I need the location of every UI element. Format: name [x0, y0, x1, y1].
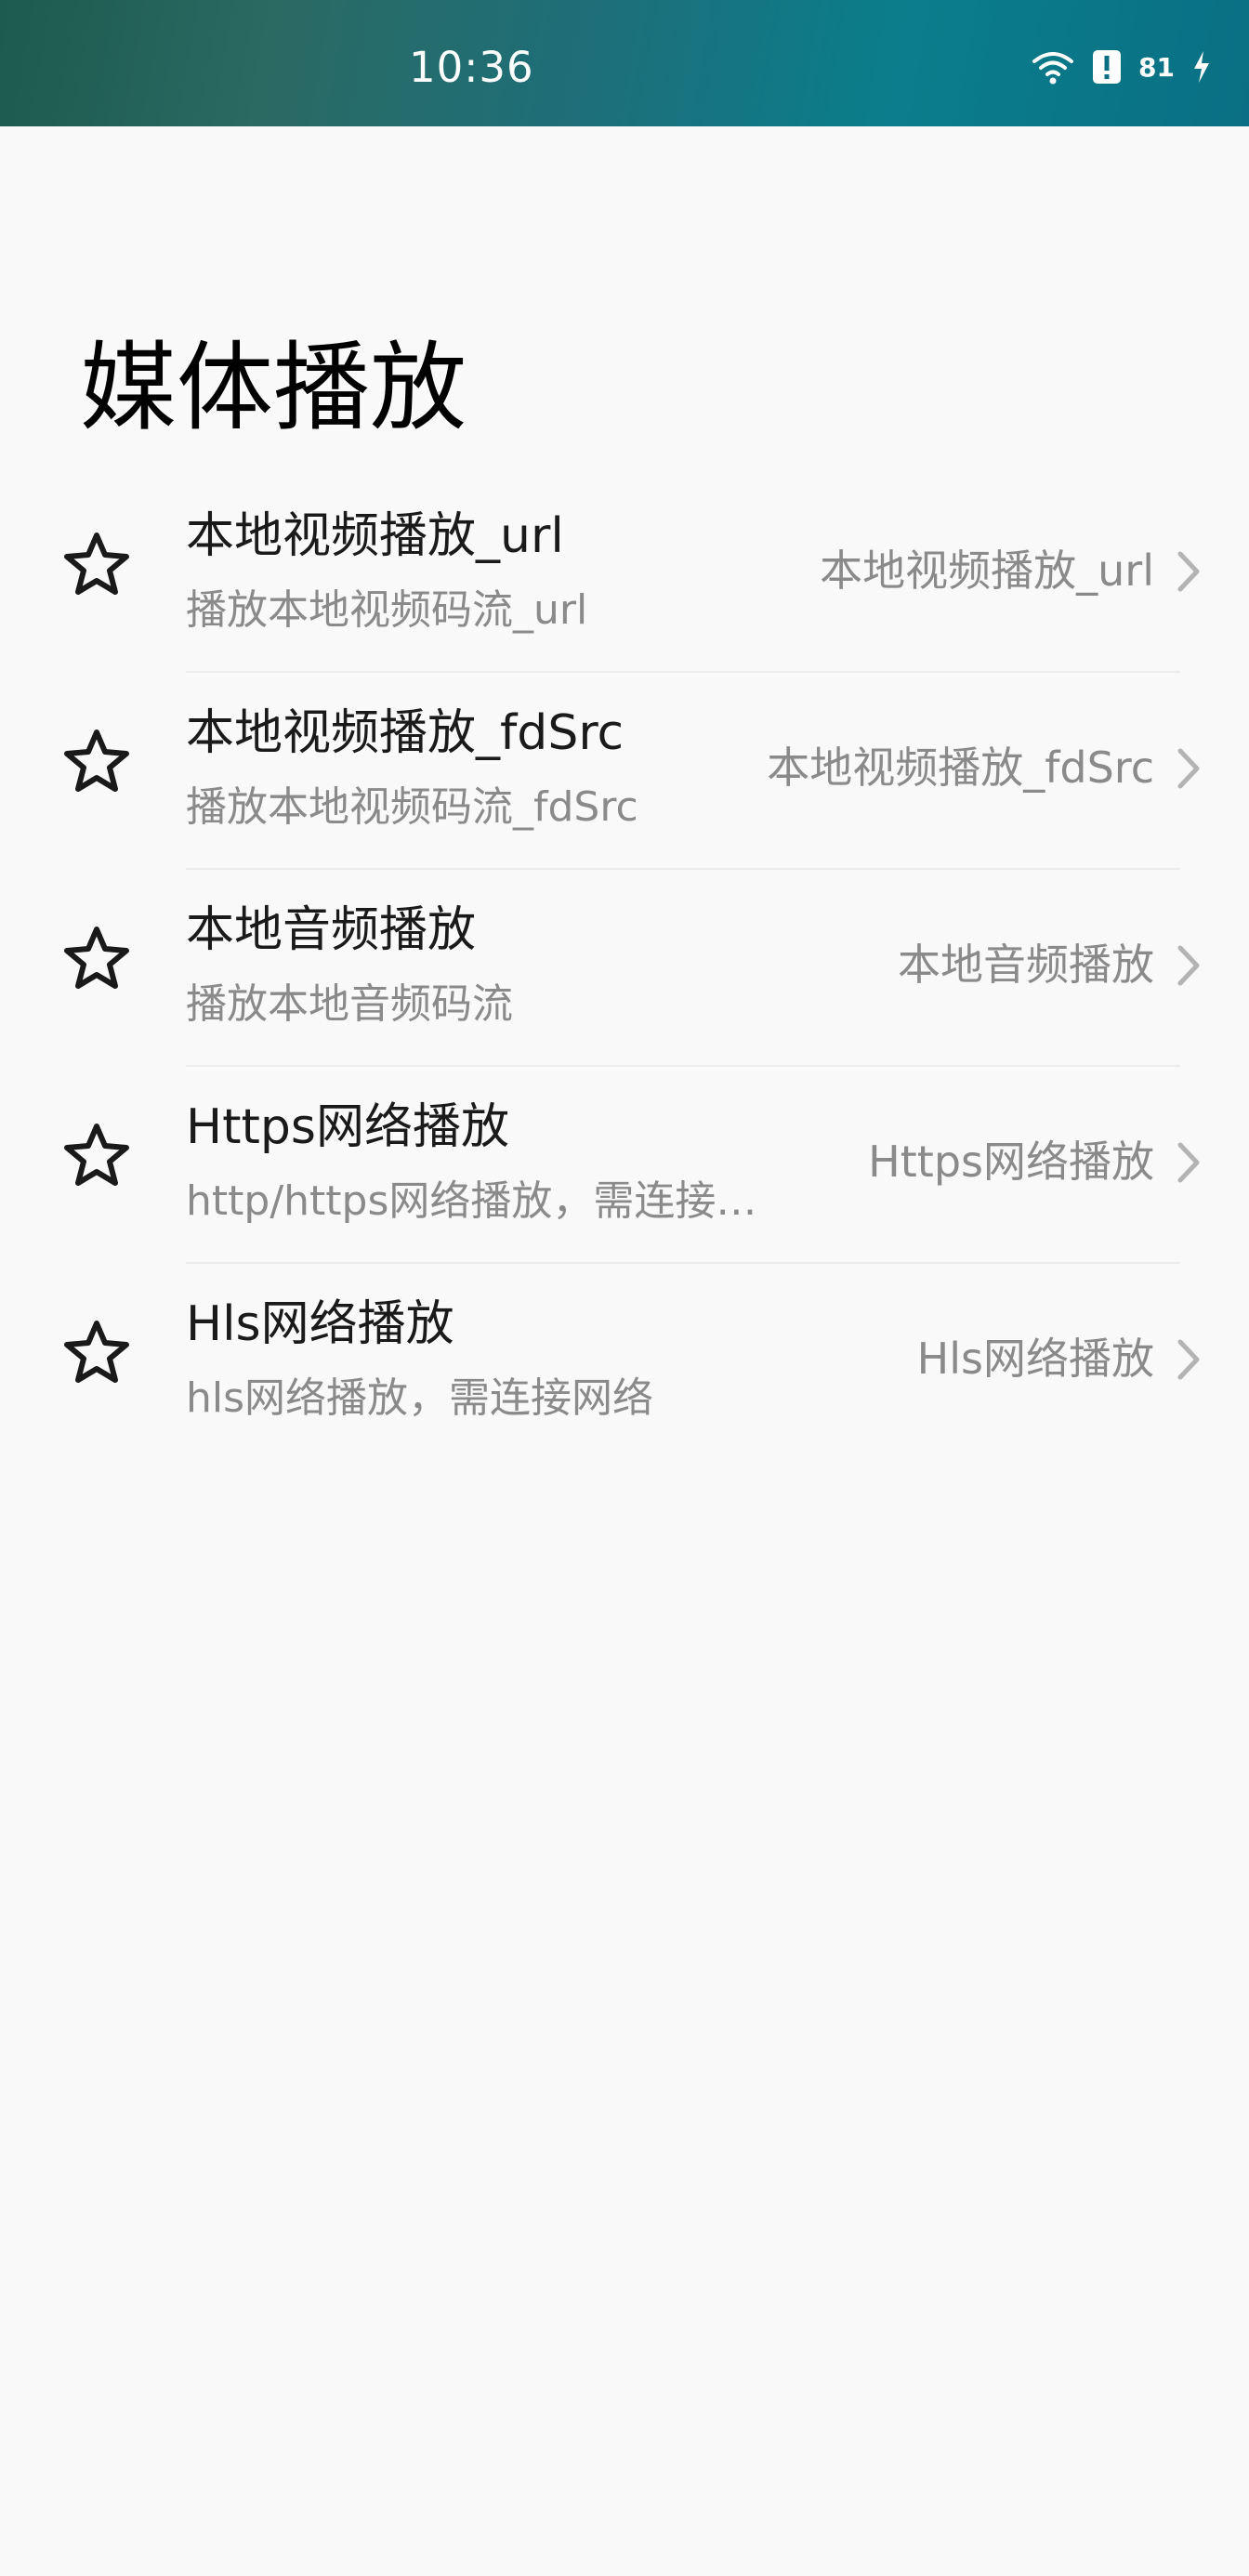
star-icon[interactable] [58, 1314, 136, 1392]
star-icon[interactable] [58, 920, 136, 998]
list-item[interactable]: 本地音频播放 播放本地音频码流 本地音频播放 [0, 870, 1249, 1067]
charging-icon [1194, 51, 1209, 83]
item-value: 本地视频播放_url [820, 545, 1154, 596]
chevron-right-icon [1177, 1339, 1200, 1380]
item-title: Https网络播放 [186, 1099, 509, 1155]
chevron-right-icon [1177, 748, 1200, 789]
chevron-right-icon [1177, 945, 1200, 986]
status-time: 10:36 [409, 43, 534, 92]
media-list: 本地视频播放_url 播放本地视频码流_url 本地视频播放_url 本地视频播… [0, 476, 1249, 1461]
item-title: 本地视频播放_url [186, 508, 564, 564]
item-value: Https网络播放 [868, 1137, 1154, 1187]
item-title: 本地音频播放 [186, 902, 477, 958]
list-item[interactable]: Https网络播放 http/https网络播放，需连接… Https网络播放 [0, 1067, 1249, 1264]
battery-level: 81 [1138, 51, 1175, 83]
alert-icon [1093, 50, 1122, 84]
status-bar: 10:36 81 [0, 0, 1249, 126]
item-subtitle: 播放本地音频码流 [186, 980, 513, 1028]
item-title: Hls网络播放 [186, 1296, 454, 1352]
star-icon[interactable] [58, 1117, 136, 1195]
page-title: 媒体播放 [80, 331, 467, 444]
item-value: Hls网络播放 [916, 1334, 1154, 1384]
chevron-right-icon [1177, 551, 1200, 592]
item-subtitle: 播放本地视频码流_fdSrc [186, 783, 638, 831]
chevron-right-icon [1177, 1142, 1200, 1183]
star-icon[interactable] [58, 526, 136, 604]
item-subtitle: http/https网络播放，需连接… [186, 1177, 757, 1225]
item-value: 本地音频播放 [898, 940, 1154, 990]
wifi-icon [1032, 52, 1074, 85]
status-icons: 81 [1031, 48, 1212, 85]
item-title: 本地视频播放_fdSrc [186, 705, 624, 761]
star-icon[interactable] [58, 723, 136, 801]
list-item[interactable]: 本地视频播放_url 播放本地视频码流_url 本地视频播放_url [0, 476, 1249, 673]
item-value: 本地视频播放_fdSrc [767, 743, 1154, 793]
item-subtitle: 播放本地视频码流_url [186, 586, 588, 634]
item-subtitle: hls网络播放，需连接网络 [186, 1374, 654, 1422]
list-item[interactable]: Hls网络播放 hls网络播放，需连接网络 Hls网络播放 [0, 1264, 1249, 1461]
list-item[interactable]: 本地视频播放_fdSrc 播放本地视频码流_fdSrc 本地视频播放_fdSrc [0, 673, 1249, 870]
